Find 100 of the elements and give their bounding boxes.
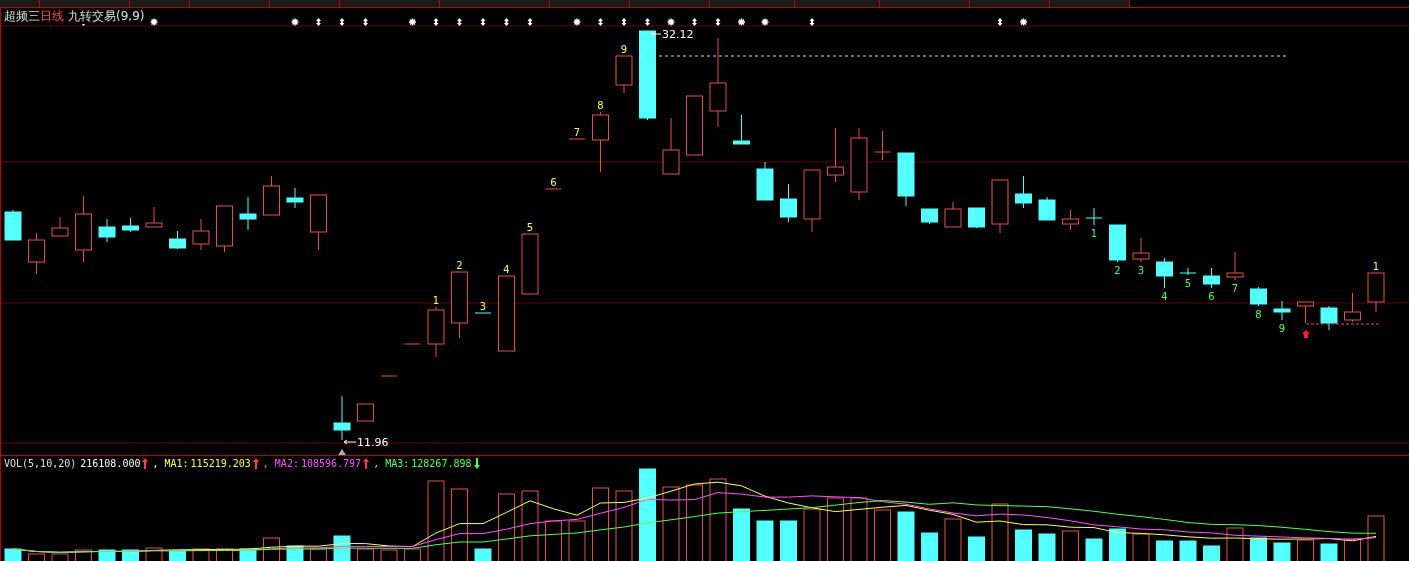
ma-label: , MA2: (262, 457, 299, 470)
candlestick (28, 232, 45, 275)
setup-count-label: 1 (1090, 228, 1098, 239)
volume-value: 108596.797 (300, 457, 362, 470)
candlestick (780, 183, 797, 223)
candlestick (1085, 207, 1103, 226)
volume-bar (897, 511, 915, 561)
candlestick (239, 196, 257, 231)
period-label: 日线 (40, 9, 64, 24)
volume-bar (1156, 540, 1173, 561)
volume-value: 128267.898 (411, 457, 472, 470)
volume-bar (169, 550, 186, 561)
setup-count-label: 6 (1208, 291, 1215, 302)
volume-bar (1179, 540, 1197, 561)
setup-count-label: 8 (1255, 309, 1262, 320)
volume-bar (733, 508, 750, 561)
volume-bar (1320, 543, 1338, 561)
volume-value: 115219.203 (190, 457, 251, 470)
volume-bar (1109, 528, 1126, 561)
setup-count-label: 9 (620, 44, 628, 55)
candlestick (968, 207, 985, 229)
candlestick (380, 375, 398, 377)
candlestick (1367, 272, 1385, 313)
menu-tab[interactable] (0, 0, 40, 7)
setup-count-label: 2 (1114, 265, 1121, 276)
ma-label: , MA3: (373, 457, 410, 470)
candlestick (568, 138, 586, 140)
candlestick (944, 201, 962, 228)
candlestick (75, 195, 92, 263)
candlestick (1038, 196, 1056, 221)
setup-count-label: 1 (432, 295, 440, 306)
candlestick (1250, 286, 1267, 307)
volume-value: 216108.000 (80, 457, 141, 470)
volume-bar (4, 548, 22, 561)
setup-count-label: 3 (479, 301, 487, 312)
candlestick (145, 206, 163, 228)
setup-count-label: 4 (1161, 291, 1168, 302)
candlestick (1320, 305, 1338, 331)
candlestick (874, 130, 891, 161)
setup-count-label: 5 (1184, 278, 1192, 289)
volume-bar (1250, 537, 1267, 561)
volume-bar (968, 536, 985, 561)
candlestick (733, 114, 750, 145)
candlestick (592, 111, 609, 173)
candlestick (1179, 267, 1197, 276)
setup-count-label: 8 (597, 100, 604, 111)
indicator-name: 九转交易(9,9) (68, 9, 145, 24)
candlestick (51, 216, 69, 237)
volume-bar (780, 520, 797, 561)
candlestick (122, 217, 139, 233)
setup-count-label: 3 (1137, 265, 1145, 276)
candlestick (897, 152, 915, 207)
candlestick (991, 179, 1009, 234)
candlestick (756, 161, 774, 201)
candlestick (427, 306, 445, 358)
candlestick (310, 194, 327, 251)
candlestick (686, 95, 703, 156)
ma-label: , MA1: (152, 457, 189, 470)
setup-count-label: 4 (503, 264, 510, 275)
candlestick (263, 175, 280, 216)
candlestick (1226, 251, 1244, 281)
up-arrow-icon (1302, 330, 1310, 338)
volume-bar (1203, 545, 1220, 561)
candlestick (404, 343, 421, 345)
candlestick (1344, 292, 1361, 323)
setup-count-label: 9 (1278, 323, 1286, 334)
candlestick (357, 403, 374, 422)
volume-bar (921, 532, 938, 561)
candlestick (474, 312, 492, 314)
candlestick (1273, 300, 1291, 321)
setup-count-label: 7 (1231, 283, 1239, 294)
candlestick (662, 117, 680, 175)
setup-count-label: 2 (456, 260, 463, 271)
candlestick (1297, 301, 1314, 324)
candlestick (545, 188, 562, 190)
candlestick (98, 218, 116, 243)
volume-bar (1085, 538, 1103, 561)
volume-bar (756, 520, 774, 561)
arrow-icon (343, 439, 357, 445)
arrow-icon (650, 31, 662, 37)
high-price-label: 32.12 (662, 28, 694, 41)
setup-count-label: 5 (526, 222, 534, 233)
setup-count-label: 7 (573, 127, 581, 138)
stock-name: 超频三 (4, 9, 40, 24)
candlestick (803, 169, 821, 233)
candlestick (921, 208, 938, 225)
low-price-label: 11.96 (357, 436, 389, 449)
candlestick (169, 230, 186, 250)
volume-bar (98, 549, 116, 561)
candlestick (192, 218, 210, 251)
volume-bar (474, 548, 492, 561)
candlestick (521, 233, 539, 295)
setup-count-label: 1 (1372, 261, 1380, 272)
volume-bar (1038, 533, 1056, 561)
triangle-icon (338, 449, 346, 455)
volume-bar (1273, 542, 1291, 561)
candlestick (1015, 175, 1032, 209)
candlestick (1109, 224, 1126, 263)
candlestick (1132, 237, 1150, 263)
volume-bar (1015, 529, 1032, 561)
